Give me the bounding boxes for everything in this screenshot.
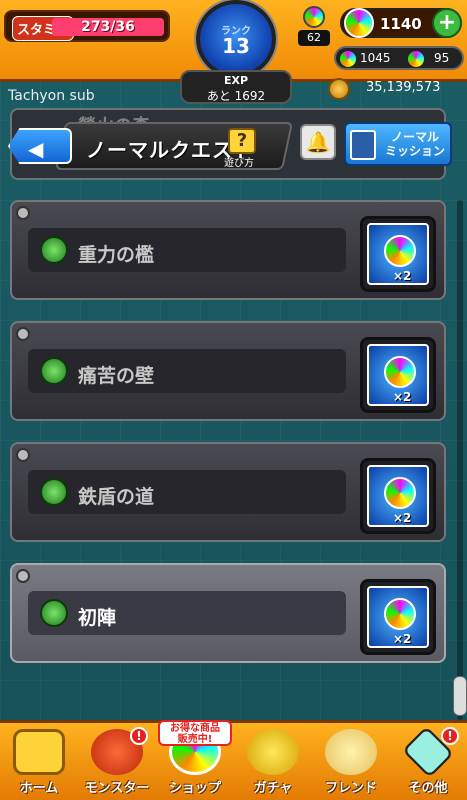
- paid-orb-icon: [340, 51, 356, 67]
- quest-card[interactable]: 痛苦の壁 ×2: [10, 321, 446, 421]
- nav-home[interactable]: ホーム: [0, 723, 78, 800]
- pin-icon: [16, 327, 30, 341]
- nav-other-label: その他: [408, 781, 448, 796]
- quest-card[interactable]: 鉄盾の道 ×2: [10, 442, 446, 542]
- home-icon: [13, 729, 65, 775]
- scrollbar-track[interactable]: [457, 200, 463, 720]
- user-name: Tachyon sub: [8, 88, 95, 104]
- quest-name-plate: [28, 228, 346, 272]
- nav-friend-label: フレンド: [324, 781, 377, 796]
- exp-value: あと 1692: [206, 89, 266, 103]
- reward-frame: ×2: [367, 223, 429, 285]
- leaf-icon: [40, 599, 68, 627]
- orb-stock-icon: [303, 6, 325, 28]
- nav-friend[interactable]: フレンド: [312, 723, 390, 800]
- arrow-left-icon: ◀: [28, 137, 44, 161]
- reward-box: ×2: [360, 216, 436, 292]
- quest-card[interactable]: 重力の檻 ×2: [10, 200, 446, 300]
- orb-count-box: 1140 +: [340, 8, 462, 38]
- nav-gacha[interactable]: ガチャ: [234, 723, 312, 800]
- quest-name-plate: [28, 349, 346, 393]
- orb-stock-count: 62: [298, 30, 330, 46]
- reward-count: ×2: [393, 269, 412, 283]
- reward-box: ×2: [360, 458, 436, 534]
- friend-icon: [325, 729, 377, 775]
- quest-card-selected[interactable]: 初陣 ×2: [10, 563, 446, 663]
- orb-reward-icon: [384, 235, 416, 267]
- free-orb-count: 95: [434, 51, 450, 65]
- quest-name: 初陣: [78, 607, 117, 629]
- nav-monster-label: モンスター: [84, 781, 150, 796]
- rank-badge: ランク 13: [196, 0, 276, 78]
- leaf-icon: [40, 357, 68, 385]
- alert-icon: !: [441, 727, 459, 745]
- help-button[interactable]: ?: [228, 128, 256, 154]
- nav-home-label: ホーム: [19, 781, 59, 796]
- pin-icon: [16, 569, 30, 583]
- reward-count: ×2: [393, 511, 412, 525]
- mission-book-icon: [350, 130, 376, 160]
- add-orbs-button[interactable]: +: [432, 8, 462, 38]
- orb-reward-icon: [384, 356, 416, 388]
- exp-label: EXP: [223, 74, 249, 87]
- mission-label-line-1: ノーマル: [390, 130, 439, 144]
- orb-stock[interactable]: 62: [298, 6, 330, 46]
- nav-monster[interactable]: ! モンスター: [78, 723, 156, 800]
- quest-name: 鉄盾の道: [78, 486, 155, 508]
- reward-count: ×2: [393, 632, 412, 646]
- pin-icon: [16, 448, 30, 462]
- quest-name-plate: [28, 591, 346, 635]
- mission-label: ノーマル ミッション: [380, 130, 450, 158]
- leaf-icon: [40, 478, 68, 506]
- bell-button[interactable]: 🔔: [300, 124, 336, 160]
- pin-icon: [16, 206, 30, 220]
- shop-promo-badge: お得な商品 販売中!: [158, 720, 232, 746]
- reward-frame: ×2: [367, 344, 429, 406]
- bell-icon: 🔔: [305, 130, 331, 154]
- orb-count: 1140: [380, 15, 422, 33]
- quest-name: 重力の檻: [78, 244, 155, 266]
- stamina-box: スタミナ 273/36: [4, 10, 170, 42]
- nav-shop-label: ショップ: [168, 781, 221, 796]
- gold-coin-icon: [328, 78, 350, 100]
- header-bar: ◀ ノーマルクエスト ? 遊び方 🔔 ノーマル ミッション: [0, 118, 467, 176]
- free-orb-icon: [408, 51, 424, 67]
- stamina-value: 273/36: [81, 19, 135, 35]
- reward-count: ×2: [393, 390, 412, 404]
- orb-reward-icon: [384, 598, 416, 630]
- alert-icon: !: [130, 727, 148, 745]
- reward-frame: ×2: [367, 465, 429, 527]
- gacha-icon: [247, 729, 299, 775]
- rank-value: 13: [222, 34, 250, 58]
- gold-amount: 35,139,573: [366, 80, 441, 95]
- back-button[interactable]: ◀: [8, 128, 72, 164]
- orb-icon: [344, 8, 374, 38]
- quest-name: 痛苦の壁: [78, 365, 155, 387]
- nav-other[interactable]: ! その他: [389, 723, 467, 800]
- quest-name-plate: [28, 470, 346, 514]
- nav-gacha-label: ガチャ: [253, 781, 293, 796]
- help-label: 遊び方: [224, 158, 254, 169]
- mission-label-line-2: ミッション: [384, 144, 445, 158]
- exp-box: EXP あと 1692: [180, 70, 292, 104]
- paid-orb-count: 1045: [360, 51, 391, 65]
- orb-breakdown: 1045 95: [334, 46, 464, 70]
- leaf-icon: [40, 236, 68, 264]
- shop-promo-line-1: お得な商品: [170, 723, 220, 734]
- scrollbar-thumb[interactable]: [453, 676, 467, 716]
- normal-mission-button[interactable]: ノーマル ミッション: [344, 122, 452, 166]
- orb-reward-icon: [384, 477, 416, 509]
- reward-box: ×2: [360, 579, 436, 655]
- reward-box: ×2: [360, 337, 436, 413]
- reward-frame: ×2: [367, 586, 429, 648]
- bottom-nav: ホーム ! モンスター ! ショップ ガチャ フレンド ! その他: [0, 720, 467, 800]
- shop-promo-line-2: 販売中!: [177, 734, 213, 745]
